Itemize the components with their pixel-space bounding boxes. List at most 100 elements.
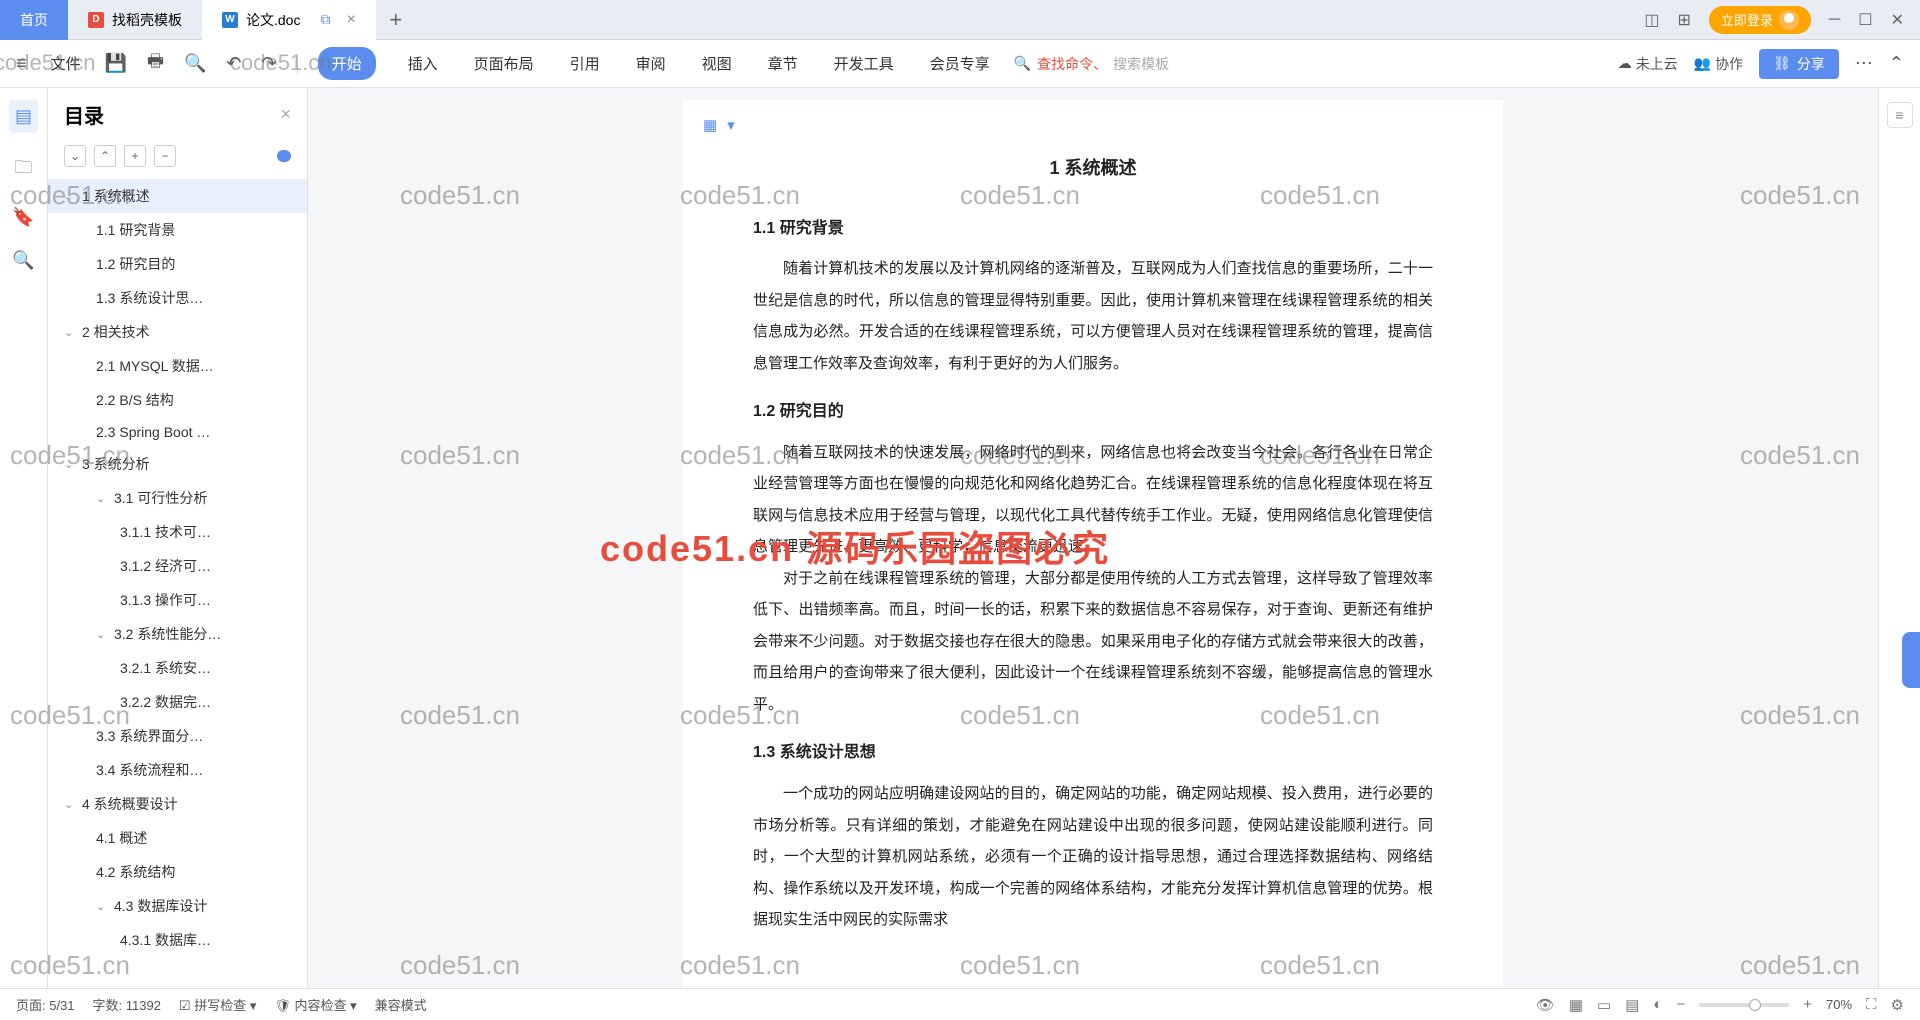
redo-icon[interactable]: ↷ xyxy=(261,53,276,74)
settings-icon[interactable]: ⚙ xyxy=(1891,996,1904,1014)
add-level-icon[interactable]: + xyxy=(124,145,146,167)
toc-item-label: 1.1 研究背景 xyxy=(96,220,175,240)
close-icon[interactable]: × xyxy=(346,11,355,29)
ribbon-bar: ≡ 文件 💾 🖶 🔍 ↶ ↷ 开始插入页面布局引用审阅视图章节开发工具会员专享 … xyxy=(0,40,1920,88)
command-search[interactable]: 🔍查找命令、搜索模板 xyxy=(1014,54,1169,74)
tab-home[interactable]: 首页 xyxy=(0,0,68,40)
menu-7[interactable]: 开发工具 xyxy=(830,47,898,80)
toolbox-icon[interactable]: 🗀 xyxy=(15,155,33,185)
right-panel-toggle[interactable]: ≡ xyxy=(1887,102,1913,128)
device-icon[interactable]: ⧉ xyxy=(320,11,330,28)
chevron-down-icon: ⌄ xyxy=(64,458,78,471)
collapse-all-icon[interactable]: ⌄ xyxy=(64,145,86,167)
toc-close-icon[interactable]: × xyxy=(280,104,291,125)
layout-icon[interactable]: ◫ xyxy=(1644,10,1659,30)
toc-item[interactable]: 2.2 B/S 结构 xyxy=(48,383,307,417)
menu-0[interactable]: 开始 xyxy=(318,47,376,80)
toc-item[interactable]: 1.1 研究背景 xyxy=(48,213,307,247)
chevron-down-icon: ⌄ xyxy=(64,798,78,811)
toc-item[interactable]: 4.1 概述 xyxy=(48,821,307,855)
toc-item[interactable]: 3.1.2 经济可… xyxy=(48,549,307,583)
menu-tabs: 开始插入页面布局引用审阅视图章节开发工具会员专享 xyxy=(318,47,994,80)
toc-item[interactable]: 3.1.1 技术可… xyxy=(48,515,307,549)
toc-item[interactable]: ⌄1 系统概述 xyxy=(48,179,307,213)
preview-icon[interactable]: 🔍 xyxy=(184,53,206,74)
heading-2: 1.3 系统设计思想 xyxy=(753,736,1433,770)
zoom-in-icon[interactable]: + xyxy=(1803,996,1812,1013)
zoom-level[interactable]: 70% xyxy=(1826,997,1852,1012)
toc-item[interactable]: 4.2 系统结构 xyxy=(48,855,307,889)
content-check[interactable]: 🛡 内容检查 ▾ xyxy=(274,995,356,1014)
menu-icon[interactable]: ≡ xyxy=(16,53,27,74)
tab-templates[interactable]: D找稻壳模板 xyxy=(68,0,202,40)
chevron-down-icon: ⌄ xyxy=(96,628,110,641)
toc-item[interactable]: 1.3 系统设计思… xyxy=(48,281,307,315)
feedback-tab[interactable] xyxy=(1902,632,1920,688)
zoom-slider[interactable] xyxy=(1699,1003,1789,1007)
share-button[interactable]: ⛓ 分享 xyxy=(1759,49,1839,79)
spellcheck-toggle[interactable]: ☑ 拼写检查 ▾ xyxy=(179,995,256,1014)
toc-item[interactable]: 3.2.2 数据完… xyxy=(48,685,307,719)
menu-3[interactable]: 引用 xyxy=(566,47,604,80)
page-marker-icon[interactable]: ▦ xyxy=(703,110,717,142)
cloud-status[interactable]: ☁ 未上云 xyxy=(1618,54,1678,74)
heading-2: 1.1 研究背景 xyxy=(753,212,1433,246)
zoom-out-icon[interactable]: − xyxy=(1676,996,1685,1013)
view-outline-icon[interactable]: ▤ xyxy=(1625,996,1639,1014)
menu-1[interactable]: 插入 xyxy=(404,47,442,80)
login-button[interactable]: 立即登录 xyxy=(1709,6,1811,34)
toc-sync-icon[interactable] xyxy=(277,150,291,162)
menu-6[interactable]: 章节 xyxy=(764,47,802,80)
toc-item[interactable]: 3.1.3 操作可… xyxy=(48,583,307,617)
minimize-icon[interactable]: ─ xyxy=(1829,11,1840,29)
collapse-ribbon-icon[interactable]: ⌃ xyxy=(1889,53,1904,74)
menu-8[interactable]: 会员专享 xyxy=(926,47,994,80)
menu-2[interactable]: 页面布局 xyxy=(470,47,538,80)
toc-item-label: 1.3 系统设计思… xyxy=(96,288,203,308)
toc-item[interactable]: ⌄3 系统分析 xyxy=(48,447,307,481)
toc-item[interactable]: ⌄3.1 可行性分析 xyxy=(48,481,307,515)
bookmark-icon[interactable]: 🔖 xyxy=(12,207,34,228)
save-icon[interactable]: 💾 xyxy=(105,53,127,74)
apps-icon[interactable]: ⊞ xyxy=(1677,10,1690,30)
toc-item[interactable]: 2.1 MYSQL 数据… xyxy=(48,349,307,383)
tab-document[interactable]: W论文.doc⧉× xyxy=(202,0,376,40)
toc-item[interactable]: 3.3 系统界面分… xyxy=(48,719,307,753)
night-mode-icon[interactable]: ◐ xyxy=(1653,996,1662,1013)
toc-item[interactable]: 3.2.1 系统安… xyxy=(48,651,307,685)
new-tab-button[interactable]: + xyxy=(376,7,416,33)
menu-4[interactable]: 审阅 xyxy=(632,47,670,80)
undo-icon[interactable]: ↶ xyxy=(226,53,241,74)
remove-level-icon[interactable]: − xyxy=(154,145,176,167)
toc-item[interactable]: 2.3 Spring Boot … xyxy=(48,417,307,447)
menu-5[interactable]: 视图 xyxy=(698,47,736,80)
toc-item[interactable]: 3.4 系统流程和… xyxy=(48,753,307,787)
paragraph: 一个成功的网站应明确建设网站的目的，确定网站的功能，确定网站规模、投入费用，进行… xyxy=(753,778,1433,936)
outline-icon[interactable]: ▤ xyxy=(9,100,38,133)
window-close-icon[interactable]: ✕ xyxy=(1891,10,1904,30)
more-icon[interactable]: ⋯ xyxy=(1855,53,1873,74)
view-web-icon[interactable]: ▭ xyxy=(1597,996,1611,1014)
document-area[interactable]: ▦▾ 1 系统概述 1.1 研究背景 随着计算机技术的发展以及计算机网络的逐渐普… xyxy=(308,88,1878,988)
page-dropdown-icon[interactable]: ▾ xyxy=(727,110,735,142)
word-count[interactable]: 字数: 11392 xyxy=(93,995,161,1014)
file-menu[interactable]: 文件 xyxy=(47,47,85,80)
toc-item[interactable]: 1.2 研究目的 xyxy=(48,247,307,281)
fit-page-icon[interactable]: ⛶ xyxy=(1866,996,1877,1013)
expand-all-icon[interactable]: ⌃ xyxy=(94,145,116,167)
print-icon[interactable]: 🖶 xyxy=(147,49,164,79)
toc-item[interactable]: ⌄3.2 系统性能分… xyxy=(48,617,307,651)
view-read-icon[interactable]: 👁 xyxy=(1536,996,1555,1014)
toc-item[interactable]: ⌄2 相关技术 xyxy=(48,315,307,349)
maximize-icon[interactable]: ☐ xyxy=(1858,10,1872,30)
toc-item[interactable]: 4.3.1 数据库… xyxy=(48,923,307,957)
view-page-icon[interactable]: ▦ xyxy=(1569,996,1583,1014)
page-indicator[interactable]: 页面: 5/31 xyxy=(16,995,75,1014)
toc-item[interactable]: ⌄4 系统概要设计 xyxy=(48,787,307,821)
toc-item[interactable]: ⌄4.3 数据库设计 xyxy=(48,889,307,923)
coop-button[interactable]: 👥 协作 xyxy=(1694,54,1743,74)
search-icon[interactable]: 🔍 xyxy=(12,250,34,271)
toc-item-label: 4.3.1 数据库… xyxy=(120,930,211,950)
toc-item-label: 4.1 概述 xyxy=(96,828,147,848)
compat-mode[interactable]: 兼容模式 xyxy=(375,995,427,1014)
